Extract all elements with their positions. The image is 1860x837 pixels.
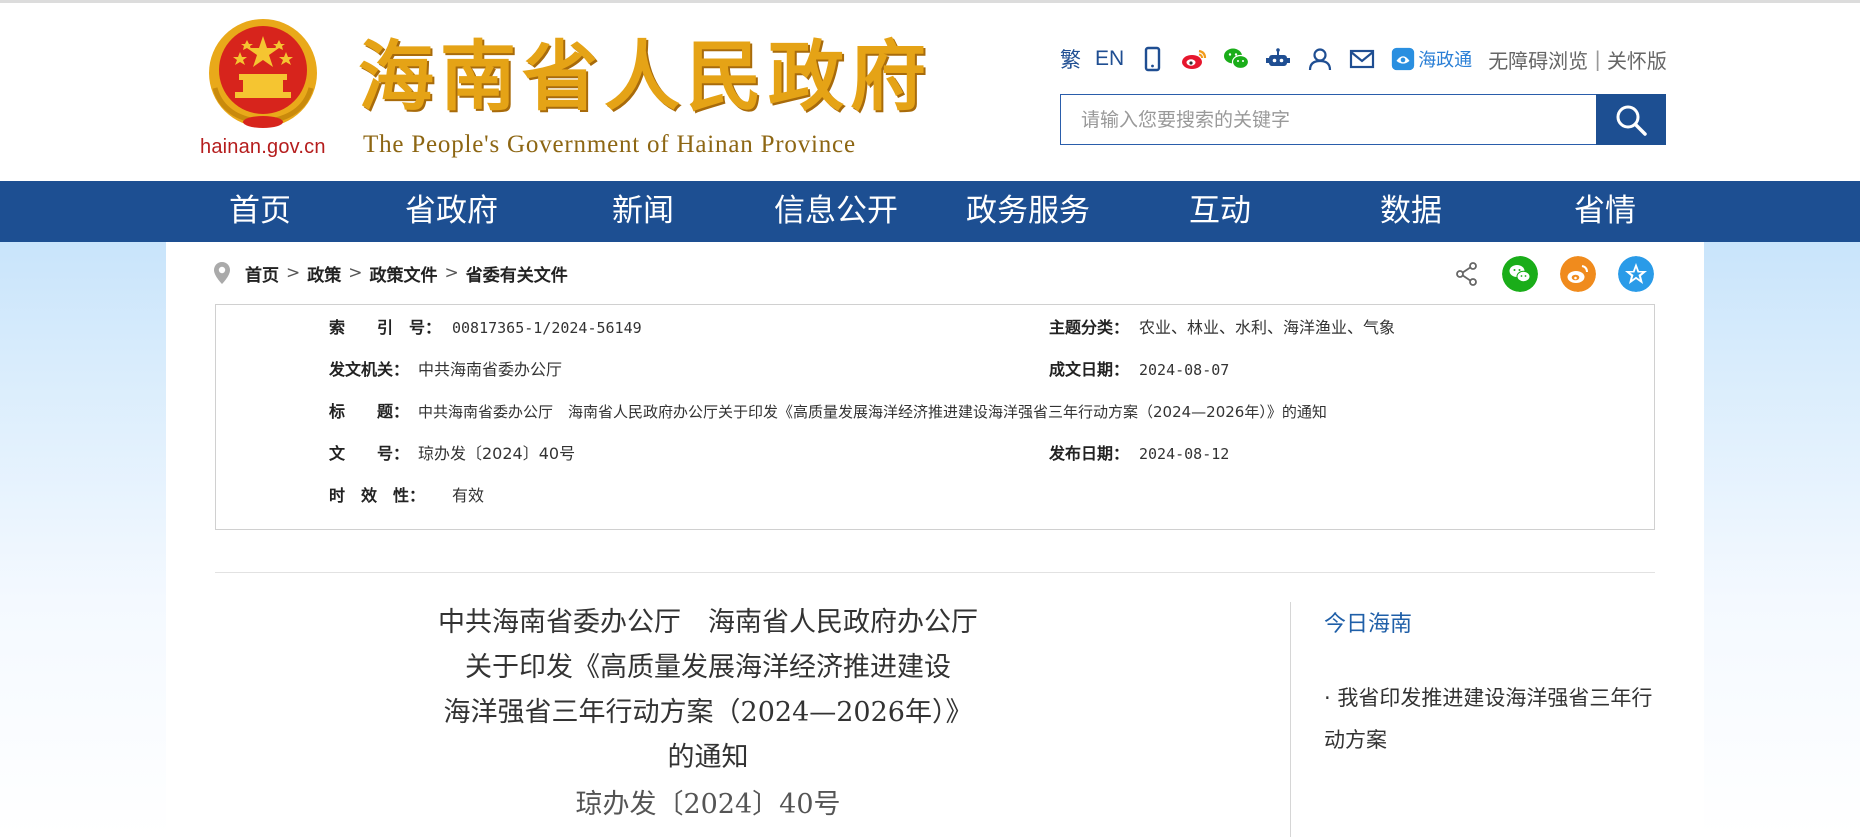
- docno-label: 文 号：: [329, 444, 410, 463]
- issuer-value: 中共海南省委办公厅: [418, 360, 563, 379]
- site-title[interactable]: 海南省人民政府: [358, 33, 932, 121]
- issuer-label: 发文机关：: [329, 360, 410, 379]
- search-button[interactable]: [1596, 94, 1666, 145]
- document-title-line: 的通知: [667, 742, 749, 773]
- document-title: 中共海南省委办公厅 海南省人民政府办公厅 关于印发《高质量发展海洋经济推进建设 …: [390, 600, 1026, 780]
- share-bar: [1454, 256, 1676, 292]
- search-box: [1060, 94, 1666, 145]
- document-number: 琼办发〔2024〕40号: [575, 789, 841, 820]
- nav-item-government[interactable]: 省政府: [405, 181, 498, 242]
- header-tools: 繁 EN 海政通 无障碍浏览 | 关怀版: [1060, 43, 1681, 75]
- wechat-icon[interactable]: [1222, 44, 1250, 74]
- document-title-line: 海洋强省三年行动方案（2024—2026年）》: [443, 697, 973, 728]
- topic-label: 主题分类：: [1049, 318, 1130, 337]
- nav-item-home[interactable]: 首页: [229, 181, 291, 242]
- published-date-label: 发布日期：: [1049, 444, 1130, 463]
- hai-zheng-tong-link[interactable]: 海政通: [1390, 44, 1472, 74]
- favorite-share-icon[interactable]: [1618, 256, 1654, 292]
- weibo-icon[interactable]: [1180, 44, 1208, 74]
- accessibility-links: 无障碍浏览 | 关怀版: [1488, 44, 1667, 74]
- tool-separator: |: [1594, 47, 1601, 71]
- breadcrumb-policy-documents[interactable]: 政策文件: [370, 261, 438, 286]
- national-emblem-icon: [209, 19, 317, 128]
- breadcrumb-separator: >: [348, 263, 363, 283]
- main-nav: 首页 省政府 新闻 信息公开 政务服务 互动 数据 省情: [0, 181, 1860, 242]
- nav-item-information-disclosure[interactable]: 信息公开: [774, 181, 898, 242]
- nav-item-interaction[interactable]: 互动: [1189, 181, 1251, 242]
- mobile-icon[interactable]: [1138, 44, 1166, 74]
- nav-item-data[interactable]: 数据: [1380, 181, 1442, 242]
- topic-value: 农业、林业、水利、海洋渔业、气象: [1139, 318, 1396, 337]
- elderly-mode-link[interactable]: 关怀版: [1607, 45, 1667, 74]
- robot-icon[interactable]: [1264, 44, 1292, 74]
- english-link[interactable]: EN: [1095, 44, 1124, 74]
- search-icon: [1616, 105, 1647, 136]
- index-label: 索 引 号：: [329, 318, 442, 337]
- search-input[interactable]: [1061, 95, 1597, 144]
- published-date-value: 2024-08-12: [1139, 445, 1230, 463]
- sidebar-divider: [1290, 602, 1291, 837]
- emblem-url: hainan.gov.cn: [200, 136, 326, 158]
- share-icon[interactable]: [1454, 261, 1480, 287]
- breadcrumb-home[interactable]: 首页: [245, 261, 279, 286]
- content-divider: [215, 572, 1655, 573]
- breadcrumb-provincial-committee-documents[interactable]: 省委有关文件: [466, 261, 568, 286]
- title-value: 中共海南省委办公厅 海南省人民政府办公厅关于印发《高质量发展海洋经济推进建设海洋…: [418, 403, 1327, 421]
- traditional-chinese-link[interactable]: 繁: [1060, 44, 1081, 74]
- nav-item-news[interactable]: 新闻: [612, 181, 674, 242]
- location-pin-icon: [214, 262, 230, 284]
- nav-item-province-info[interactable]: 省情: [1574, 181, 1636, 242]
- nav-item-government-services[interactable]: 政务服务: [966, 181, 1090, 242]
- breadcrumb-policy[interactable]: 政策: [307, 261, 341, 286]
- document-metadata: 索 引 号： 00817365-1/2024-56149 主题分类： 农业、林业…: [215, 304, 1655, 530]
- title-label: 标 题：: [329, 402, 410, 421]
- validity-value: 有效: [452, 486, 485, 505]
- breadcrumb-separator: >: [286, 263, 301, 283]
- weibo-share-icon[interactable]: [1560, 256, 1596, 292]
- site-subtitle: The People's Government of Hainan Provin…: [363, 131, 856, 158]
- document-title-line: 关于印发《高质量发展海洋经济推进建设: [465, 652, 951, 683]
- breadcrumb: 首页 > 政策 > 政策文件 > 省委有关文件: [213, 260, 568, 286]
- index-value: 00817365-1/2024-56149: [452, 319, 642, 337]
- main-content: 首页 > 政策 > 政策文件 > 省委有关文件 索 引 号： 00817365-…: [166, 242, 1704, 837]
- sidebar-title[interactable]: 今日海南: [1324, 606, 1412, 638]
- created-date-value: 2024-08-07: [1139, 361, 1230, 379]
- site-header: hainan.gov.cn 海南省人民政府 The People's Gover…: [0, 3, 1860, 181]
- breadcrumb-separator: >: [444, 263, 459, 283]
- validity-label: 时 效 性：: [329, 486, 426, 505]
- sidebar-news-link[interactable]: · 我省印发推进建设海洋强省三年行动方案: [1324, 677, 1664, 761]
- wechat-share-icon[interactable]: [1502, 256, 1538, 292]
- user-icon[interactable]: [1306, 44, 1334, 74]
- accessibility-link[interactable]: 无障碍浏览: [1488, 45, 1588, 74]
- created-date-label: 成文日期：: [1049, 360, 1130, 379]
- docno-value: 琼办发〔2024〕40号: [418, 444, 576, 463]
- app-name-label: 海政通: [1418, 50, 1473, 71]
- document-title-line: 中共海南省委办公厅 海南省人民政府办公厅: [438, 607, 978, 638]
- mail-icon[interactable]: [1348, 44, 1376, 74]
